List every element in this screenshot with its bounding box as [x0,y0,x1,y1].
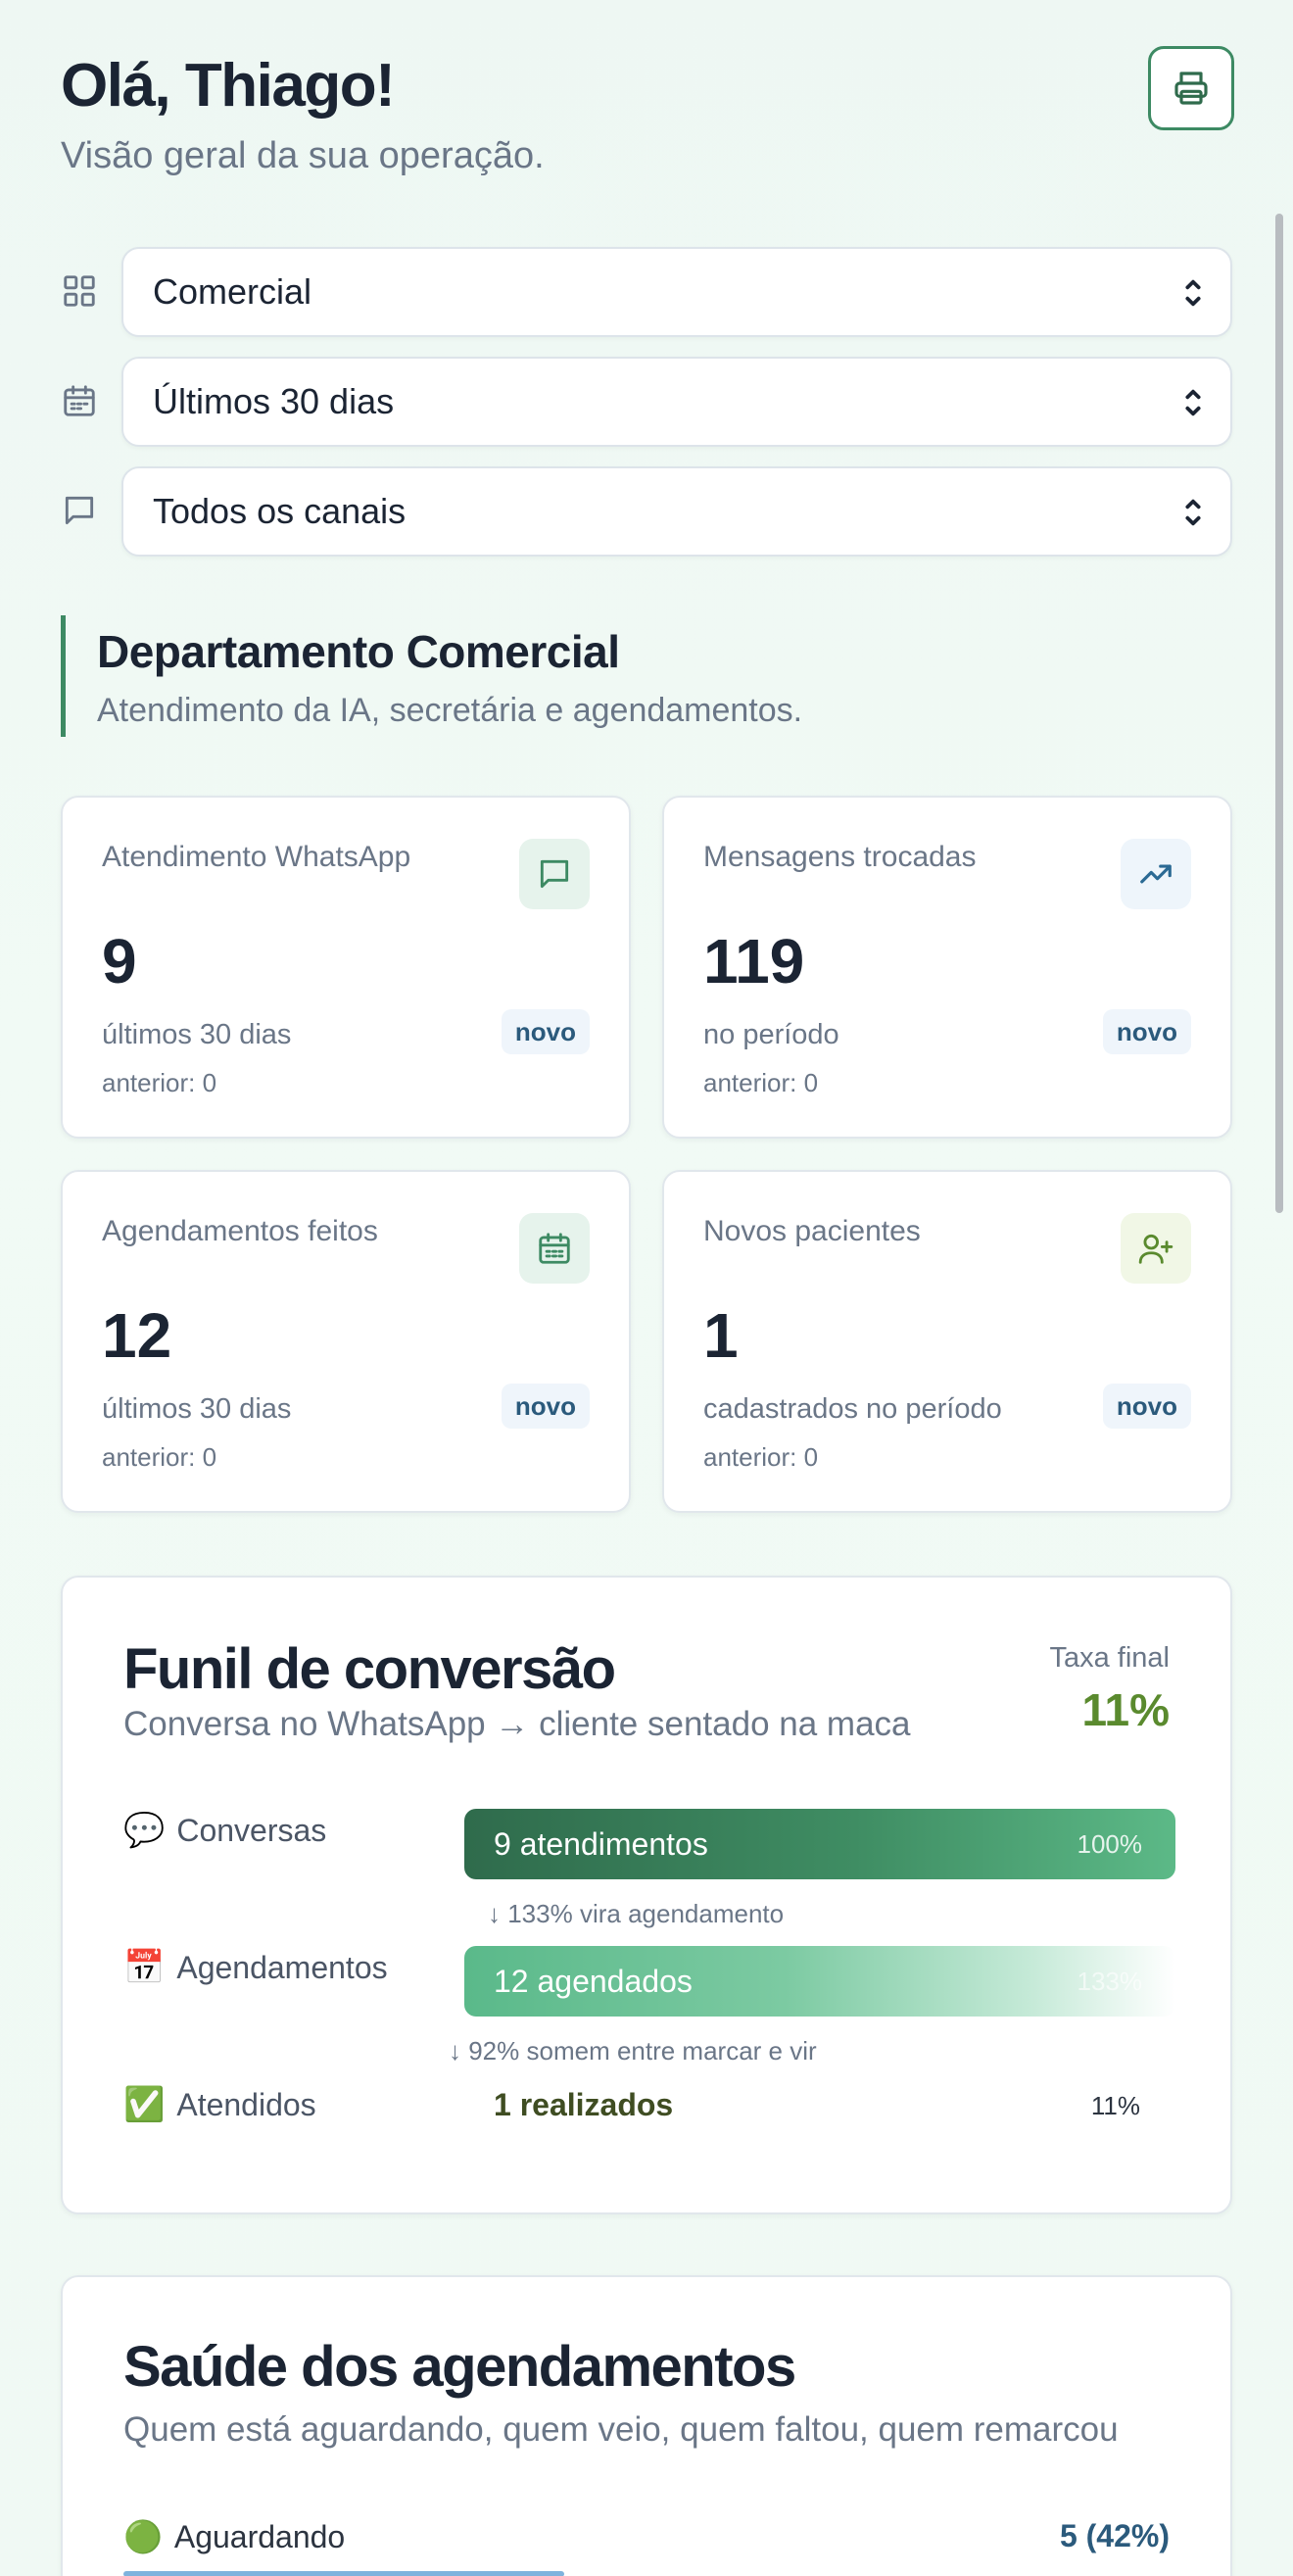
funnel-stage-name: Agendamentos [176,1949,388,1985]
kpi-caption: últimos 30 dias [102,1393,292,1425]
kpi-label: Atendimento WhatsApp [102,841,411,873]
speech-bubble-icon: 💬 [123,1812,166,1849]
health-row-bar [123,2571,564,2576]
filter-department: Comercial [61,247,1232,337]
appointments-health-panel: Saúde dos agendamentos Quem está aguarda… [61,2275,1232,2576]
health-title: Saúde dos agendamentos [123,2335,796,2399]
health-row-value: 5 (42%) [1059,2518,1170,2553]
final-rate-label: Taxa final [1049,1642,1170,1674]
message-icon [65,496,94,525]
funnel-bar-conversations: 9 atendimentos 100% [464,1809,1175,1879]
funnel-stage-name: Conversas [176,1812,327,1848]
department-select-value: Comercial [153,271,312,312]
kpi-icon-box [519,1213,590,1284]
check-mark-icon: ✅ [123,2086,166,2123]
funnel-bar-text: 1 realizados [494,2087,674,2122]
kpi-value: 12 [102,1300,172,1371]
calendar-icon [64,385,95,416]
department-header: Departamento Comercial Atendimento da IA… [61,615,1232,737]
chevron-up-down-icon [1185,499,1201,526]
funnel-bar-percent: 133% [1077,1966,1143,1996]
kpi-caption: últimos 30 dias [102,1019,292,1050]
filter-channel: Todos os canais [61,466,1232,557]
funnel-subtitle: Conversa no WhatsApp → cliente sentado n… [123,1705,911,1743]
kpi-icon-box [519,839,590,909]
kpi-previous: anterior: 0 [703,1068,819,1097]
user-plus-icon [1138,1234,1173,1264]
filter-period: Últimos 30 dias [61,357,1232,447]
status-badge: novo [501,1384,590,1429]
kpi-previous: anterior: 0 [102,1442,217,1472]
trending-up-icon [1140,864,1172,884]
status-badge: novo [501,1009,590,1054]
kpi-card-messages: Mensagens trocadas 119 no período anteri… [662,796,1232,1139]
channel-select-value: Todos os canais [153,491,407,531]
kpi-label: Mensagens trocadas [703,841,977,873]
status-badge: novo [1102,1009,1191,1054]
funnel-stage-label: ✅ Atendidos [123,2085,316,2124]
period-select-value: Últimos 30 dias [153,381,395,421]
chevron-up-down-icon [1185,389,1201,416]
kpi-previous: anterior: 0 [703,1442,819,1472]
kpi-label: Novos pacientes [703,1215,921,1247]
kpi-card-appointments: Agendamentos feitos 12 últimos 30 dias a… [61,1170,631,1513]
message-icon [540,859,569,889]
kpi-value: 9 [102,926,137,996]
kpi-card-whatsapp: Atendimento WhatsApp 9 últimos 30 dias a… [61,796,631,1139]
print-button[interactable] [1148,46,1234,130]
funnel-bar-percent: 100% [1077,1828,1143,1859]
kpi-icon-box [1121,1213,1191,1284]
page-subtitle: Visão geral da sua operação. [61,135,545,176]
kpi-caption: no período [703,1019,839,1050]
department-subtitle: Atendimento da IA, secretária e agendame… [97,692,803,729]
funnel-drop-note: ↓ 92% somem entre marcar e vir [449,2036,817,2066]
grid-icon [64,275,95,307]
kpi-value: 1 [703,1300,739,1371]
kpi-icon-box [1121,839,1191,909]
funnel-drop-note: ↓ 133% vira agendamento [488,1899,785,1928]
funnel-bar-appointments: 12 agendados 133% [464,1946,1175,2017]
funnel-title: Funil de conversão [123,1637,616,1701]
funnel-bar-text: 9 atendimentos [494,1825,708,1862]
scrollbar[interactable] [1275,214,1283,1213]
kpi-label: Agendamentos feitos [102,1215,378,1247]
period-select[interactable]: Últimos 30 dias [121,357,1232,447]
kpi-caption: cadastrados no período [703,1393,1002,1425]
funnel-bar-text: 12 agendados [494,1963,693,1999]
printer-icon [1174,72,1208,105]
department-title: Departamento Comercial [97,626,620,677]
funnel-stage-label: 📅 Agendamentos [123,1948,388,1987]
health-row-name: Aguardando [173,2518,346,2554]
department-select[interactable]: Comercial [121,247,1232,337]
kpi-card-new-patients: Novos pacientes 1 cadastrados no período… [662,1170,1232,1513]
green-circle-icon: 🟢 [123,2519,163,2554]
funnel-panel: Funil de conversão Conversa no WhatsApp … [61,1576,1232,2214]
funnel-bar-percent: 11% [1090,2091,1140,2120]
channel-select[interactable]: Todos os canais [121,466,1232,557]
chevron-up-down-icon [1185,279,1201,307]
kpi-previous: anterior: 0 [102,1068,217,1097]
health-row-label: 🟢 Aguardando [123,2518,345,2555]
calendar-icon: 📅 [123,1949,166,1986]
kpi-value: 119 [703,926,805,996]
final-rate-value: 11% [1081,1684,1170,1735]
page-title: Olá, Thiago! [61,52,396,120]
status-badge: novo [1102,1384,1191,1429]
health-subtitle: Quem está aguardando, quem veio, quem fa… [123,2410,1119,2449]
funnel-stage-label: 💬 Conversas [123,1811,326,1850]
funnel-stage-name: Atendidos [176,2086,316,2122]
calendar-icon [539,1233,570,1264]
